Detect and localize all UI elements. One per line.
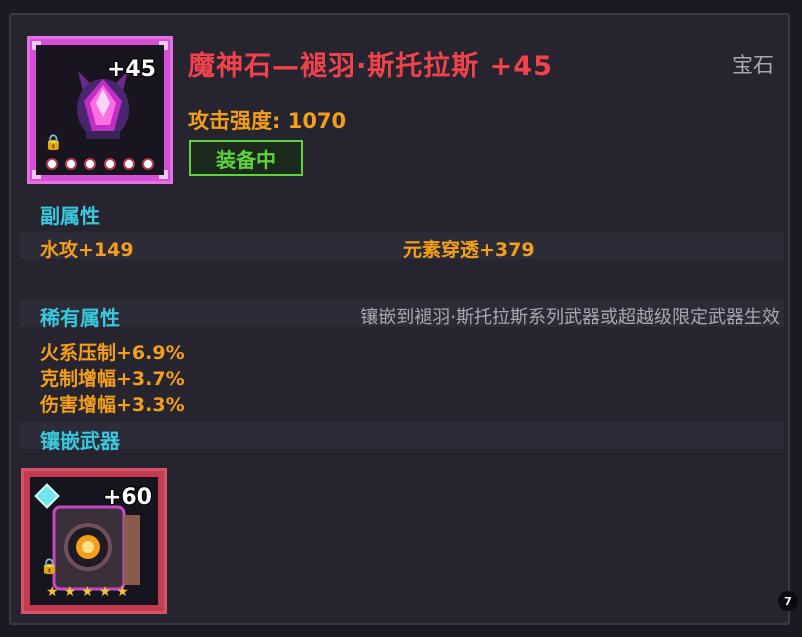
inlay-weapon-heading: 镶嵌武器: [40, 429, 120, 453]
secondary-attributes-row: [20, 232, 784, 259]
quality-pip: [105, 160, 114, 168]
quality-pip: [48, 160, 56, 168]
quality-pip: [86, 160, 95, 168]
equipped-badge: 装备中: [189, 140, 303, 176]
quality-pip: [143, 160, 152, 168]
item-level-badge: +45: [106, 57, 156, 82]
rare-attributes-heading: 稀有属性: [40, 306, 120, 330]
inlaid-weapon-slot[interactable]: +60 🔒 ★ ★ ★ ★ ★: [21, 468, 167, 614]
lock-icon: 🔒: [44, 133, 63, 151]
page-badge: 7: [778, 591, 798, 611]
item-name: 魔神石—褪羽·斯托拉斯 +45: [188, 51, 553, 82]
attack-power: 攻击强度: 1070: [188, 109, 347, 133]
item-quality-pips: [48, 160, 152, 169]
item-icon-background: +45 🔒: [36, 45, 164, 175]
lock-icon: 🔒: [40, 557, 59, 575]
star-icon: ★: [63, 584, 77, 600]
spellbook-weapon-icon: [52, 505, 140, 591]
secondary-attributes-heading: 副属性: [40, 204, 100, 228]
secondary-stat: 元素穿透+379: [403, 239, 535, 261]
secondary-stat: 水攻+149: [40, 239, 134, 261]
star-icon: ★: [116, 584, 129, 600]
weapon-icon-background: +60 🔒 ★ ★ ★ ★ ★: [30, 477, 158, 605]
star-icon: ★: [98, 584, 112, 600]
rare-attributes-note: 镶嵌到褪羽·斯托拉斯系列武器或超越级限定武器生效: [360, 307, 780, 328]
rare-stat: 伤害增幅+3.3%: [40, 394, 185, 416]
star-icon: ★: [81, 584, 94, 600]
item-category: 宝石: [732, 53, 774, 77]
inlay-weapon-bar: [20, 422, 784, 449]
rare-stat: 火系压制+6.9%: [40, 342, 185, 364]
weapon-star-rating: ★ ★ ★ ★ ★: [46, 585, 129, 599]
quality-pip: [124, 160, 133, 168]
weapon-level-badge: +60: [102, 485, 152, 510]
quality-pip: [67, 160, 76, 168]
item-icon-frame[interactable]: +45 🔒: [27, 36, 173, 184]
rare-stat: 克制增幅+3.7%: [40, 368, 185, 390]
star-icon: ★: [46, 584, 59, 600]
